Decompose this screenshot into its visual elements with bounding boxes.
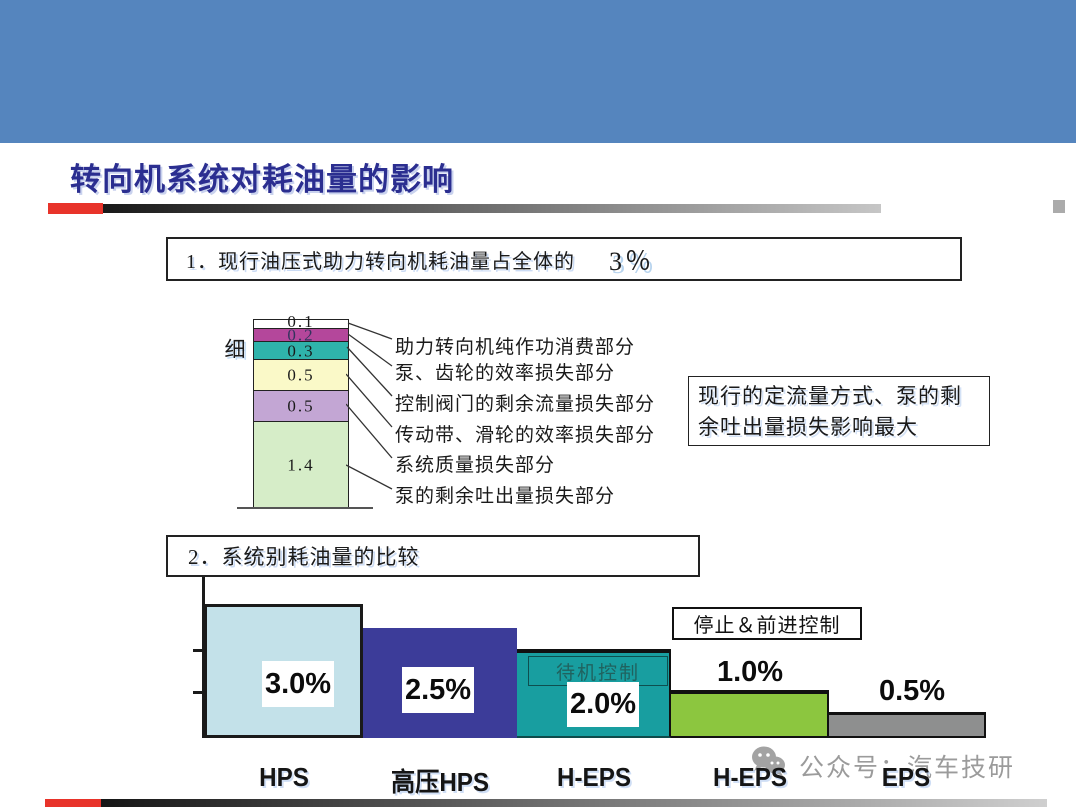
section2-heading-box: 2．系统别耗油量的比较 — [166, 535, 700, 577]
segment-value-label: 0.5 — [254, 398, 348, 415]
standby-control-label: 待机控制 — [556, 658, 640, 685]
bottom-rule-red-accent — [45, 799, 101, 807]
page-title: 转向机系统对耗油量的影响 — [70, 154, 454, 199]
stacked-segment-5: 0.5 — [254, 390, 348, 421]
bar-eps — [829, 712, 986, 738]
connector-lines — [346, 318, 396, 498]
segment-label: 助力转向机纯作功消费部分 — [395, 332, 635, 359]
section2-heading-text: 2．系统别耗油量的比较 — [188, 541, 420, 571]
value-label-hps: 3.0% — [262, 661, 334, 707]
segment-label: 泵的剩余吐出量损失部分 — [395, 481, 615, 508]
value-label-high-pressure-hps: 2.5% — [402, 667, 474, 713]
note-line2: 余吐出量损失影响最大 — [698, 412, 980, 443]
note-box: 现行的定流量方式、泵的剩 余吐出量损失影响最大 — [688, 376, 990, 446]
section1-heading-text: 1．现行油压式助力转向机耗油量占全体的 — [186, 245, 575, 274]
title-rule-endcap — [1053, 200, 1065, 213]
section1-heading-percent: 3％ — [609, 241, 654, 278]
stacked-segment-2: 0.2 — [254, 328, 348, 341]
segment-value-label: 0.3 — [254, 342, 348, 359]
y-axis-tick — [193, 649, 204, 652]
bottom-rule-gradient — [101, 799, 1047, 807]
value-label-heps-standby: 2.0% — [567, 682, 639, 727]
category-label-heps-stopgo: H-EPS — [685, 762, 815, 793]
category-label-eps: EPS — [841, 762, 971, 793]
segment-value-label: 1.4 — [254, 457, 348, 474]
section1-heading-box: 1．现行油压式助力转向机耗油量占全体的 3％ — [166, 237, 962, 281]
y-axis-tick — [193, 691, 204, 694]
slide-canvas: 转向机系统对耗油量的影响 1．现行油压式助力转向机耗油量占全体的 3％ 3％的明… — [0, 0, 1076, 807]
segment-label: 传动带、滑轮的效率损失部分 — [395, 420, 655, 447]
stacked-bar-baseline — [237, 507, 373, 509]
title-rule-red-accent — [48, 203, 103, 214]
stopgo-control-label: 停止＆前进控制 — [694, 609, 841, 638]
segment-label: 泵、齿轮的效率损失部分 — [395, 358, 615, 385]
category-label-hps: HPS — [219, 762, 349, 793]
stacked-segment-3: 0.3 — [254, 341, 348, 359]
value-label-heps-stopgo: 1.0% — [690, 656, 810, 689]
header-band — [0, 0, 1076, 143]
stopgo-control-annotation: 停止＆前进控制 — [672, 607, 862, 640]
segment-value-label: 0.5 — [254, 367, 348, 384]
stacked-segment-6: 1.4 — [254, 421, 348, 508]
category-label-heps-standby: H-EPS — [529, 762, 659, 793]
segment-label: 系统质量损失部分 — [395, 450, 555, 477]
value-label-eps: 0.5% — [852, 675, 972, 708]
stacked-bar: 0.1 0.2 0.3 0.5 0.5 1.4 — [253, 319, 349, 509]
segment-label: 控制阀门的剩余流量损失部分 — [395, 389, 655, 416]
title-rule-gradient — [103, 204, 881, 213]
note-line1: 现行的定流量方式、泵的剩 — [698, 381, 980, 412]
category-label-high-pressure-hps: 高压HPS — [375, 762, 505, 799]
stacked-segment-4: 0.5 — [254, 359, 348, 390]
bar-heps-stopgo — [671, 690, 829, 738]
